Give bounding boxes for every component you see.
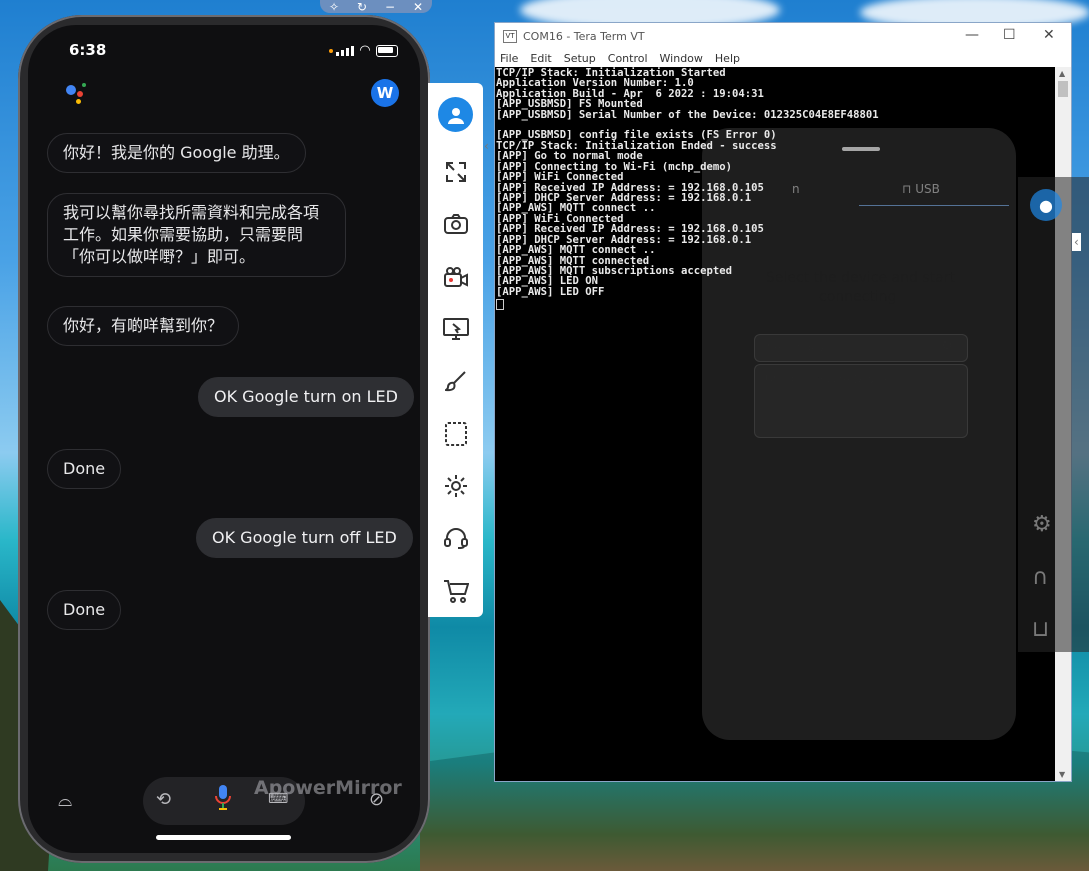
- compass-icon[interactable]: ⊘: [369, 789, 384, 810]
- terminal-line: [APP_AWS] LED ON: [496, 275, 599, 287]
- user-message: OK Google turn on LED: [198, 377, 414, 417]
- menu-control[interactable]: Control: [608, 52, 648, 65]
- status-icons: ◠: [336, 43, 398, 58]
- settings-icon[interactable]: ⚙: [1032, 512, 1052, 537]
- assistant-message: 你好，有啲咩幫到你？: [47, 306, 240, 346]
- message-text: OK Google turn off LED: [212, 528, 397, 547]
- mirror-sidebar: [428, 83, 483, 617]
- headset-icon[interactable]: ∩: [1032, 565, 1048, 590]
- minimize-button[interactable]: —: [965, 27, 979, 43]
- user-icon[interactable]: [438, 97, 473, 132]
- pin-icon[interactable]: ✧: [329, 0, 339, 14]
- user-icon[interactable]: ●: [1030, 189, 1062, 221]
- terminal-line: [APP_AWS] LED OFF: [496, 286, 605, 298]
- title-bar: VT COM16 - Tera Term VT — ☐ ✕: [495, 23, 1071, 49]
- signal-icon: [336, 45, 354, 56]
- drag-handle[interactable]: [842, 147, 880, 151]
- scroll-up-icon[interactable]: ▲: [1059, 69, 1065, 78]
- window-title: COM16 - Tera Term VT: [523, 30, 645, 43]
- close-button[interactable]: ✕: [1043, 27, 1055, 43]
- home-indicator[interactable]: [156, 835, 291, 840]
- terminal-line: [APP] WiFi Connected: [496, 171, 624, 183]
- message-text: Done: [63, 459, 106, 478]
- assistant-message: Done: [47, 590, 122, 630]
- terminal-cursor: [496, 299, 504, 310]
- microphone-icon[interactable]: [214, 785, 232, 816]
- message-text: 你好！我是你的 Google 助理。: [63, 143, 290, 162]
- phone-frame: 6:38 ◠ W 你好！我是你的 Google 助理。 我可以幫你尋找所需資料和…: [18, 15, 430, 863]
- tab-underline: [859, 205, 1009, 206]
- fullscreen-icon[interactable]: [428, 154, 483, 190]
- collapse-sidebar-icon[interactable]: ‹: [484, 139, 489, 153]
- snapshot-icon[interactable]: ⌓: [58, 790, 72, 811]
- message-line: 我可以幫你尋找所需資料和完成各項: [63, 203, 320, 222]
- device-list-item[interactable]: USB Composite Device: [765, 373, 891, 386]
- battery-icon: [376, 44, 398, 57]
- cart-icon[interactable]: ⊔: [1032, 617, 1049, 642]
- message-line: 「你可以做咩嘢？」即可。: [63, 247, 256, 266]
- menu-file[interactable]: File: [500, 52, 518, 65]
- account-avatar[interactable]: W: [371, 79, 399, 107]
- minimize-button[interactable]: −: [385, 0, 395, 14]
- crop-icon[interactable]: [428, 416, 483, 452]
- terminal-line: [APP] Go to normal mode: [496, 150, 643, 162]
- menu-window[interactable]: Window: [660, 52, 703, 65]
- cast-screen-icon[interactable]: [428, 311, 483, 347]
- app-icon: VT: [503, 30, 517, 43]
- message-text: OK Google turn on LED: [214, 387, 398, 406]
- terminal-line: [APP_USBMSD] FS Mounted: [496, 98, 643, 110]
- assistant-message: 你好！我是你的 Google 助理。: [47, 133, 306, 173]
- tab-usb-label: USB: [915, 182, 940, 196]
- restore-icon[interactable]: ↻: [357, 0, 367, 14]
- scroll-down-icon[interactable]: ▼: [1059, 770, 1065, 779]
- heading-line: connecting: [819, 289, 897, 305]
- user-message: OK Google turn off LED: [196, 518, 413, 558]
- history-icon[interactable]: ⟲: [156, 789, 171, 810]
- terminal-line: Application Version Number: 1.0: [496, 77, 694, 89]
- status-bar: 6:38 ◠: [28, 41, 420, 65]
- close-button[interactable]: ✕: [413, 0, 423, 14]
- device-select[interactable]: Select device ↻: [754, 334, 968, 362]
- menu-help[interactable]: Help: [715, 52, 740, 65]
- maximize-button[interactable]: ☐: [1003, 27, 1016, 43]
- terminal-line: [APP_AWS] MQTT connect ..: [496, 244, 656, 256]
- mic-indicator-dot: [329, 49, 333, 53]
- overlay-device-panel: n ⊓ USB Select the device and start conn…: [702, 128, 1016, 740]
- select-placeholder: Select device: [767, 341, 841, 354]
- google-assistant-logo: [66, 83, 90, 107]
- heading-line: Select the device and start: [766, 270, 955, 286]
- terminal-line: [APP_USBMSD] Serial Number of the Device…: [496, 109, 879, 121]
- assistant-message: 我可以幫你尋找所需資料和完成各項 工作。如果你需要協助，只需要問 「你可以做咩嘢…: [47, 193, 346, 277]
- menu-bar: File Edit Setup Control Window Help: [495, 49, 1071, 67]
- mirror-window-bar: ✧ ↻ − ✕: [320, 0, 432, 14]
- status-time: 6:38: [69, 41, 107, 59]
- message-text: Done: [63, 600, 106, 619]
- scroll-thumb[interactable]: [1058, 81, 1068, 97]
- headset-icon[interactable]: [428, 520, 483, 556]
- assistant-message: Done: [47, 449, 122, 489]
- brush-icon[interactable]: [428, 363, 483, 399]
- menu-edit[interactable]: Edit: [530, 52, 551, 65]
- tab-usb[interactable]: ⊓ USB: [902, 182, 940, 196]
- refresh-icon[interactable]: ↻: [941, 338, 953, 354]
- settings-icon[interactable]: [428, 468, 483, 504]
- terminal-line: [APP_AWS] MQTT connect ..: [496, 202, 656, 214]
- tab-fragment[interactable]: n: [792, 182, 800, 196]
- cart-icon[interactable]: [428, 573, 483, 609]
- record-icon[interactable]: [428, 259, 483, 295]
- collapse-sidebar-icon[interactable]: ‹: [1072, 233, 1081, 251]
- message-text: 你好，有啲咩幫到你？: [63, 316, 224, 335]
- screenshot-icon[interactable]: [428, 206, 483, 242]
- device-list: USB Composite Device: [754, 364, 968, 438]
- wifi-icon: ◠: [360, 43, 370, 58]
- message-line: 工作。如果你需要協助，只需要問: [63, 225, 304, 244]
- menu-setup[interactable]: Setup: [564, 52, 596, 65]
- phone-screen: 6:38 ◠ W 你好！我是你的 Google 助理。 我可以幫你尋找所需資料和…: [28, 25, 420, 853]
